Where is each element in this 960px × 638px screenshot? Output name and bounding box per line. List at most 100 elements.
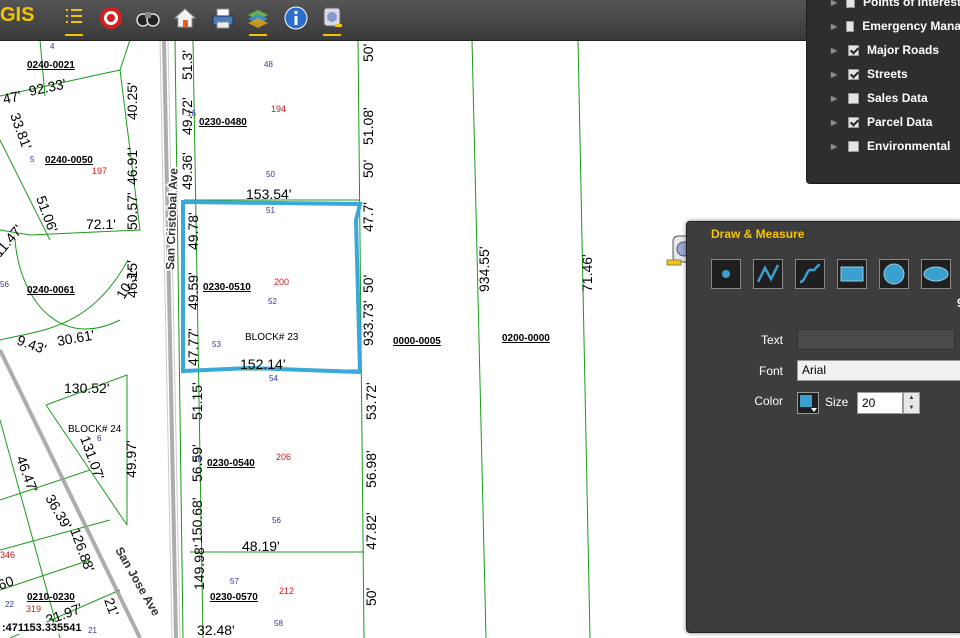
layers-icon[interactable]	[246, 6, 270, 36]
expand-arrow-icon[interactable]: ▶	[831, 70, 839, 79]
printer-icon[interactable]	[211, 6, 235, 30]
layer-checkbox[interactable]	[848, 92, 859, 104]
ellipse-tool-icon[interactable]	[921, 259, 951, 289]
dimension-label: 47.82'	[363, 512, 379, 550]
size-stepper[interactable]: ▲ ▼	[903, 392, 920, 414]
layer-label: Streets	[867, 67, 908, 81]
size-input[interactable]: 20	[857, 392, 903, 414]
parcel-id[interactable]: 0240-0021	[27, 60, 75, 71]
layer-label: Environmental	[867, 139, 951, 153]
layer-checkbox[interactable]	[846, 0, 855, 8]
dimension-label: 47.7'	[360, 202, 376, 232]
dimension-label: 92.33'	[27, 75, 67, 98]
layer-checkbox[interactable]	[848, 44, 859, 56]
layer-row-sales-data[interactable]: ▶ Sales Data	[807, 86, 960, 110]
freehand-tool-icon[interactable]	[795, 259, 825, 289]
block-label: BLOCK# 23	[245, 332, 299, 343]
layer-checkbox[interactable]	[848, 68, 859, 80]
parcel-id[interactable]: 0200-0000	[502, 333, 550, 344]
lot-number: 50	[266, 170, 275, 179]
expand-arrow-icon[interactable]: ▶	[831, 46, 839, 55]
parcel-id[interactable]: 0230-0510	[203, 282, 251, 293]
dimension-label: 53.72'	[363, 382, 379, 420]
polyline-tool-icon[interactable]	[753, 259, 783, 289]
dimension-label: 152.14'	[240, 356, 286, 372]
point-tool-icon[interactable]	[711, 259, 741, 289]
dimension-label: 50'	[363, 588, 379, 606]
dimension-label: 46.91'	[124, 147, 140, 185]
dimension-label: 153.54'	[246, 186, 292, 202]
lot-number: 4	[50, 42, 55, 51]
dimension-label: 9.43'	[15, 332, 49, 357]
expand-arrow-icon[interactable]: ▶	[831, 142, 839, 151]
lot-number: 200	[274, 277, 289, 287]
color-picker-button[interactable]	[797, 392, 819, 414]
lot-number: 16	[193, 455, 202, 464]
lot-number: 21	[88, 626, 97, 635]
parcel-id[interactable]: 0230-0480	[199, 117, 247, 128]
measure-tape-icon[interactable]	[320, 6, 344, 36]
lot-number: 5	[30, 155, 35, 164]
panel-title: Draw & Measure	[711, 227, 805, 241]
dimension-label: 51.15'	[189, 382, 205, 420]
layer-row-environmental[interactable]: ▶ Environmental	[807, 134, 960, 158]
parcel-id[interactable]: 0240-0061	[27, 285, 75, 296]
text-label: Text	[760, 333, 783, 347]
circle-tool-icon[interactable]	[879, 259, 909, 289]
parcel-id[interactable]: 0000-0005	[393, 336, 441, 347]
parcel-id[interactable]: 0210-0230	[27, 592, 75, 603]
target-icon[interactable]	[99, 6, 123, 30]
expand-arrow-icon[interactable]: ▶	[831, 118, 839, 127]
dimension-label: 48.19'	[242, 538, 280, 554]
expand-arrow-icon[interactable]: ▶	[831, 22, 837, 31]
layer-label: Major Roads	[867, 43, 940, 57]
dimension-label: 30.61'	[56, 327, 96, 349]
layer-label: Sales Data	[867, 91, 928, 105]
expand-arrow-icon[interactable]: ▶	[831, 0, 837, 7]
lot-number: 58	[274, 619, 283, 628]
dimension-label: 33.81'	[7, 111, 35, 152]
lot-number: 54	[269, 374, 278, 383]
text-input[interactable]	[797, 329, 955, 350]
lot-number: 212	[279, 586, 294, 596]
lot-number: 206	[276, 452, 291, 462]
dimension-label: 51.08'	[360, 107, 376, 145]
parcel-id[interactable]: 0240-0050	[45, 155, 93, 166]
layer-row-major-roads[interactable]: ▶ Major Roads	[807, 38, 960, 62]
layer-row-emergency-management[interactable]: ▶ Emergency Mana	[807, 14, 960, 38]
layer-checkbox[interactable]	[848, 116, 859, 128]
dimension-label: 60	[0, 572, 16, 592]
dimension-label: 47'	[1, 87, 22, 106]
dimension-label: 130.52'	[64, 380, 110, 396]
layer-checkbox[interactable]	[848, 140, 859, 152]
info-icon[interactable]	[284, 6, 308, 30]
binoculars-icon[interactable]	[136, 6, 160, 30]
dimension-label: 49.36'	[179, 152, 195, 190]
layer-checkbox[interactable]	[846, 20, 855, 32]
font-select[interactable]: Arial	[797, 360, 960, 381]
parcel-id[interactable]: 0230-0540	[207, 458, 255, 469]
dimension-label: 150.68'	[189, 498, 205, 544]
parcel-id[interactable]: 0230-0570	[210, 592, 258, 603]
expand-arrow-icon[interactable]: ▶	[831, 94, 839, 103]
layer-row-parcel-data[interactable]: ▶ Parcel Data	[807, 110, 960, 134]
spin-up-icon[interactable]: ▲	[904, 393, 919, 403]
legend-list-icon[interactable]	[62, 6, 86, 36]
lot-number: 16	[187, 109, 196, 118]
lot-number: 319	[26, 604, 41, 614]
font-label: Font	[758, 364, 783, 378]
rectangle-tool-icon[interactable]	[837, 259, 867, 289]
home-icon[interactable]	[173, 6, 197, 30]
dimension-label: 32.48'	[197, 622, 235, 638]
lot-number: 22	[5, 600, 14, 609]
layers-panel: ▶ Points of Interest ▶ Emergency Mana ▶ Maj…	[806, 0, 960, 184]
chevron-down-icon	[811, 408, 817, 412]
spin-down-icon[interactable]: ▼	[904, 403, 919, 413]
block-label: BLOCK# 24	[68, 424, 122, 435]
layer-row-points-of-interest[interactable]: ▶ Points of Interest	[807, 0, 960, 14]
dimension-label: 50'	[360, 44, 376, 62]
size-label: Size	[825, 395, 849, 409]
layer-row-streets[interactable]: ▶ Streets	[807, 62, 960, 86]
dimension-label: 50'	[360, 275, 376, 293]
lot-number: 56	[0, 280, 9, 289]
